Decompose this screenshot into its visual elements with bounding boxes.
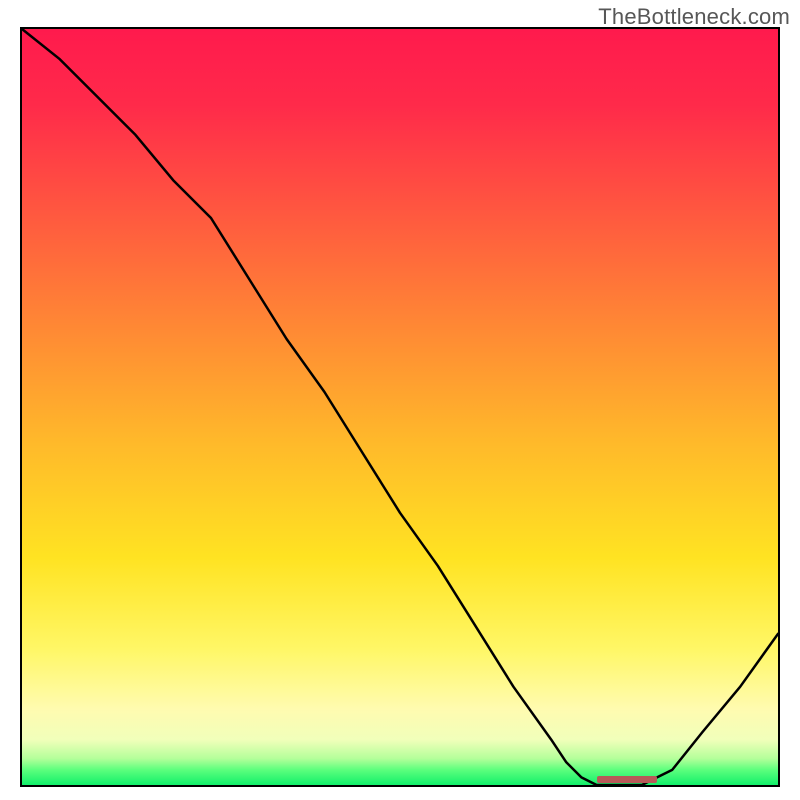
minimum-band-marker — [597, 776, 657, 783]
plot-area — [20, 27, 780, 787]
bottleneck-curve — [22, 29, 778, 785]
chart-frame: TheBottleneck.com — [0, 0, 800, 800]
